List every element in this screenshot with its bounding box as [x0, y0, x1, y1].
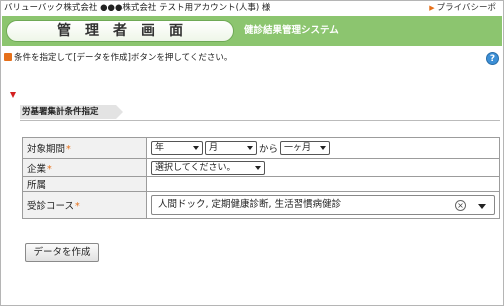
- help-icon[interactable]: ?: [486, 52, 499, 65]
- period-label: 対象期間: [27, 144, 66, 155]
- period-label-cell: 対象期間*: [22, 137, 147, 159]
- top-bar: バリューバック株式会社 ●●●株式会社 テスト用アカウント(人事) 様 ▶ プライ…: [2, 0, 502, 16]
- period-connector: から: [259, 144, 279, 155]
- company-select[interactable]: 選択してください。: [151, 160, 265, 175]
- section-divider: [20, 120, 500, 121]
- required-mark: *: [75, 201, 80, 212]
- company-user-line: バリューバック株式会社 ●●●株式会社 テスト用アカウント(人事) 様: [4, 3, 271, 13]
- system-name: 健診結果管理システム: [244, 25, 339, 36]
- section-title: 労基署集計条件指定: [20, 105, 123, 119]
- span-select[interactable]: 一ヶ月: [280, 141, 331, 155]
- department-label-cell: 所属: [22, 176, 147, 192]
- instruction-label: 条件を指定して[データを作成]ボタンを押してください。: [14, 53, 233, 63]
- required-mark: *: [47, 163, 52, 175]
- course-multiselect[interactable]: 人間ドック, 定期健康診断, 生活習慣病健診 ×: [151, 195, 495, 215]
- period-input-cell: 年月から 一ヶ月: [146, 137, 500, 159]
- chevron-down-icon[interactable]: [478, 204, 486, 209]
- chevron-down-icon: [193, 146, 199, 150]
- chevron-down-icon: [247, 146, 253, 150]
- course-selected-values: 人間ドック, 定期健康診断, 生活習慣病健診: [158, 199, 342, 210]
- month-select[interactable]: 月: [205, 141, 257, 155]
- course-input-cell: 人間ドック, 定期健康診断, 生活習慣病健診 ×: [146, 191, 500, 219]
- condition-form-table: 対象期間* 年月から 一ヶ月 企業* 選択してください。 所属 受診コース* 人間…: [22, 137, 500, 219]
- course-label: 受診コース: [27, 201, 75, 212]
- department-value-cell: [146, 176, 500, 192]
- section-marker-icon: [10, 92, 16, 98]
- company-row: 企業* 選択してください。: [22, 158, 500, 177]
- department-row: 所属: [22, 176, 500, 192]
- company-label-cell: 企業*: [22, 158, 147, 177]
- company-label: 企業: [27, 163, 47, 175]
- privacy-policy-label: プライバシーポ: [436, 3, 496, 13]
- arrow-right-icon: ▶: [429, 4, 435, 12]
- privacy-policy-link[interactable]: ▶ プライバシーポ: [429, 0, 496, 16]
- chevron-down-icon: [320, 146, 327, 150]
- required-mark: *: [66, 144, 71, 155]
- instruction-text: 条件を指定して[データを作成]ボタンを押してください。: [4, 51, 232, 63]
- company-input-cell: 選択してください。: [146, 158, 500, 177]
- header-banner: 管理者画面 健診結果管理システム: [2, 16, 502, 46]
- create-data-button[interactable]: データを作成: [25, 243, 99, 262]
- course-label-cell: 受診コース*: [22, 191, 147, 219]
- clear-icon[interactable]: ×: [455, 200, 466, 211]
- instruction-bullet-icon: [4, 53, 12, 61]
- year-select[interactable]: 年: [151, 141, 203, 155]
- department-label: 所属: [27, 180, 47, 191]
- chevron-down-icon: [255, 165, 261, 170]
- period-row: 対象期間* 年月から 一ヶ月: [22, 137, 500, 159]
- page-title: 管理者画面: [6, 20, 234, 42]
- course-row: 受診コース* 人間ドック, 定期健康診断, 生活習慣病健診 ×: [22, 191, 500, 219]
